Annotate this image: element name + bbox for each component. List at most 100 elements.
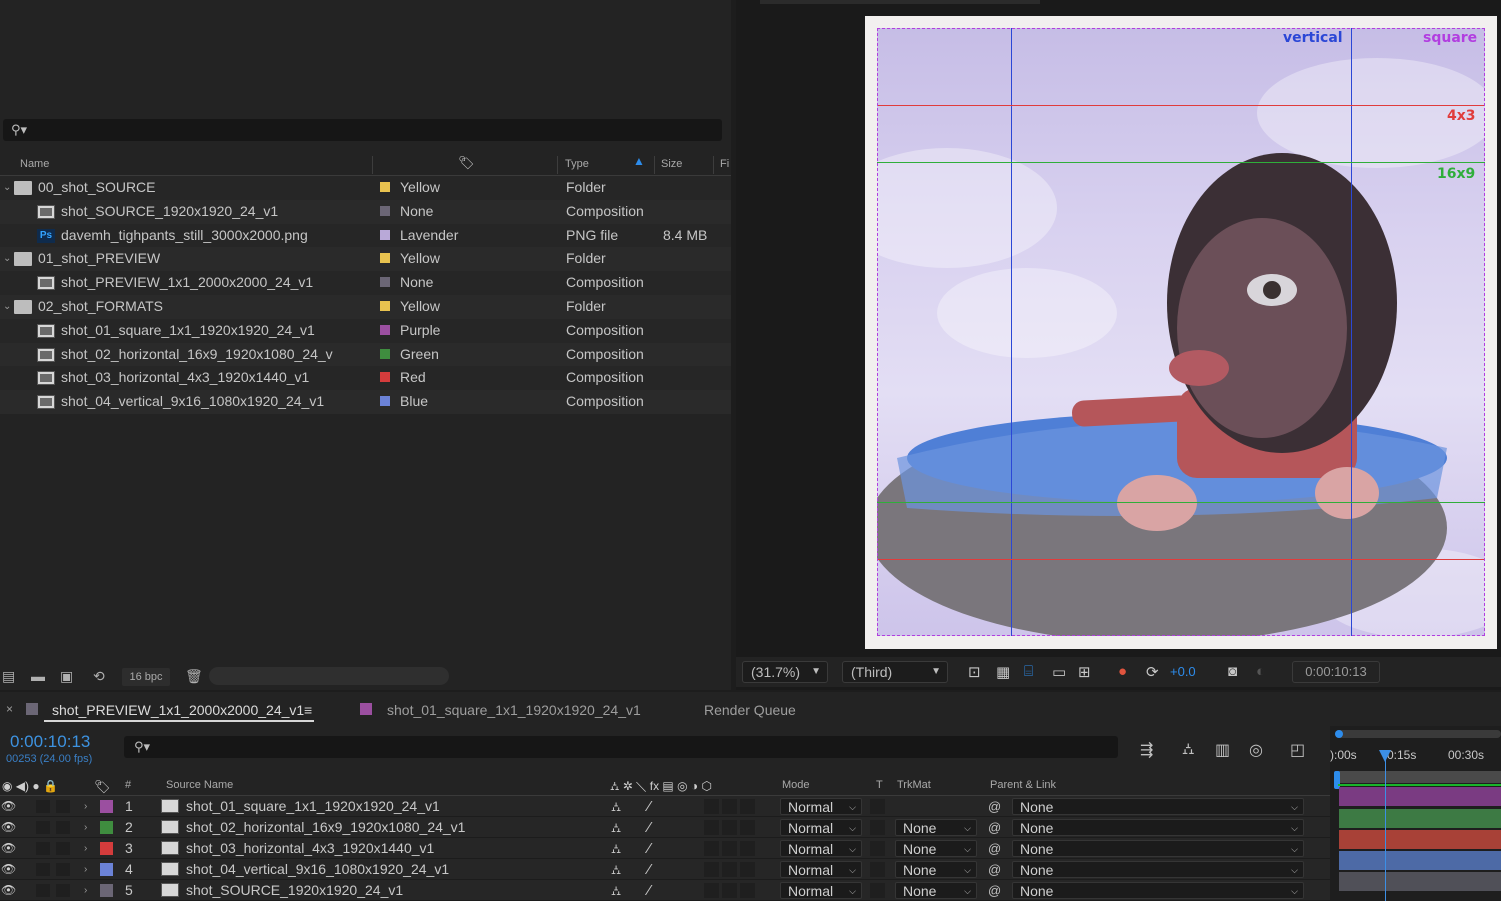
track-matte-dropdown[interactable]: None ⌵ (895, 882, 977, 899)
preserve-transparency-toggle[interactable] (870, 799, 885, 814)
parent-dropdown[interactable]: None ⌵ (1012, 840, 1304, 857)
chevron-right-icon[interactable]: › (84, 796, 87, 817)
chevron-right-icon[interactable]: › (84, 817, 87, 838)
quality-switch-icon[interactable]: ⁄ (648, 817, 651, 838)
blend-mode-dropdown[interactable]: Normal ⌵ (780, 882, 862, 899)
frame-blend-switch[interactable] (722, 820, 737, 835)
project-search-input[interactable]: ⚲▾ (3, 119, 722, 141)
column-source-name[interactable]: Source Name (166, 779, 233, 791)
lock-toggle[interactable] (56, 863, 70, 876)
fx-switch[interactable] (704, 841, 719, 856)
layer-duration-bar[interactable] (1339, 809, 1501, 828)
solo-toggle[interactable] (36, 842, 50, 855)
track-matte-dropdown[interactable]: None ⌵ (895, 819, 977, 836)
frame-blend-switch[interactable] (722, 841, 737, 856)
layer-label-swatch[interactable] (100, 821, 113, 834)
column-type[interactable]: Type (565, 158, 589, 170)
lock-toggle[interactable] (56, 884, 70, 897)
solo-toggle[interactable] (36, 800, 50, 813)
frame-blend-switch[interactable] (722, 862, 737, 877)
label-swatch[interactable] (380, 348, 390, 359)
mask-visibility-icon[interactable]: ⌸ (1024, 663, 1033, 680)
current-time-indicator[interactable] (1379, 750, 1391, 901)
layer-label-swatch[interactable] (100, 800, 113, 813)
track-matte-dropdown[interactable]: None ⌵ (895, 840, 977, 857)
quality-switch-icon[interactable]: ⁄ (648, 796, 651, 817)
snapshot-camera-icon[interactable]: ◙ (1228, 663, 1237, 680)
pickwhip-icon[interactable]: @ (988, 880, 1001, 901)
layer-row[interactable]: 👁 › 2 shot_02_horizontal_16x9_1920x1080_… (0, 817, 1330, 838)
fx-switch[interactable] (704, 883, 719, 898)
lock-toggle[interactable] (56, 821, 70, 834)
fx-switch[interactable] (704, 799, 719, 814)
solo-toggle[interactable] (36, 821, 50, 834)
layer-label-swatch[interactable] (100, 863, 113, 876)
graph-editor-icon[interactable]: ◰ (1290, 740, 1305, 760)
project-item[interactable]: Ps davemh_tighpants_still_3000x2000.png … (0, 223, 731, 248)
project-item[interactable]: shot_SOURCE_1920x1920_24_v1 None Composi… (0, 199, 731, 224)
label-swatch[interactable] (380, 277, 390, 288)
new-folder-icon[interactable]: ▬ (31, 668, 45, 684)
bit-depth-button[interactable]: 16 bpc (122, 668, 170, 686)
layer-row[interactable]: 👁 › 5 shot_SOURCE_1920x1920_24_v1 ⛼ ⁄ No… (0, 880, 1330, 901)
tab-menu-icon[interactable]: ≡ (304, 702, 312, 718)
label-swatch[interactable] (380, 324, 390, 335)
column-parent[interactable]: Parent & Link (990, 779, 1056, 791)
layer-row[interactable]: 👁 › 4 shot_04_vertical_9x16_1080x1920_24… (0, 859, 1330, 880)
motion-blur-switch[interactable] (740, 841, 755, 856)
project-scrollbar[interactable] (209, 667, 449, 685)
track-matte-dropdown[interactable]: None ⌵ (895, 861, 977, 878)
show-snapshot-icon[interactable]: ◐ (1256, 663, 1265, 680)
project-item[interactable]: shot_04_vertical_9x16_1080x1920_24_v1 Bl… (0, 390, 731, 414)
label-swatch[interactable] (380, 205, 390, 216)
motion-blur-switch[interactable] (740, 883, 755, 898)
label-tag-icon[interactable]: 🏷 (458, 155, 475, 171)
region-of-interest-icon[interactable]: ▭ (1052, 663, 1066, 681)
column-size[interactable]: Size (661, 158, 682, 170)
viewer-current-time[interactable]: 0:00:10:13 (1292, 661, 1380, 683)
resolution-dropdown[interactable]: (Third) ▼ (842, 661, 948, 683)
project-settings-icon[interactable]: ⟲ (93, 668, 105, 685)
tab-render-queue[interactable]: Render Queue (704, 702, 796, 718)
fx-switch[interactable] (704, 862, 719, 877)
shy-switch-icon[interactable]: ⛼ (611, 859, 621, 880)
label-swatch[interactable] (380, 182, 390, 192)
layer-source-name[interactable]: shot_02_horizontal_16x9_1920x1080_24_v1 (186, 817, 465, 838)
project-item[interactable]: shot_02_horizontal_16x9_1920x1080_24_v G… (0, 342, 731, 367)
blend-mode-dropdown[interactable]: Normal ⌵ (780, 861, 862, 878)
project-item[interactable]: ⌄ 02_shot_FORMATS Yellow Folder (0, 294, 731, 319)
fast-previews-icon[interactable]: ⊡ (968, 663, 981, 681)
layer-duration-bar[interactable] (1339, 851, 1501, 870)
parent-dropdown[interactable]: None ⌵ (1012, 861, 1304, 878)
parent-dropdown[interactable]: None ⌵ (1012, 882, 1304, 899)
pickwhip-icon[interactable]: @ (988, 796, 1001, 817)
chevron-right-icon[interactable]: › (84, 859, 87, 880)
label-tag-icon[interactable]: 🏷 (94, 779, 111, 795)
preserve-transparency-toggle[interactable] (870, 841, 885, 856)
tab-shot-01-square[interactable]: shot_01_square_1x1_1920x1920_24_v1 (387, 702, 641, 718)
time-graph[interactable]: ):00s 0:15s 00:30s (1330, 726, 1501, 901)
eye-icon[interactable]: 👁 (1, 838, 16, 859)
tab-shot-preview[interactable]: shot_PREVIEW_1x1_2000x2000_24_v1 (52, 702, 304, 718)
solo-toggle[interactable] (36, 863, 50, 876)
pickwhip-icon[interactable]: @ (988, 859, 1001, 880)
chevron-down-icon[interactable]: ⌄ (3, 247, 11, 271)
eye-icon[interactable]: 👁 (1, 796, 16, 817)
parent-dropdown[interactable]: None ⌵ (1012, 798, 1304, 815)
blend-mode-dropdown[interactable]: Normal ⌵ (780, 798, 862, 815)
column-frame-rate[interactable]: Fi (720, 158, 729, 170)
magnification-dropdown[interactable]: (31.7%) ▼ (742, 661, 828, 683)
project-item[interactable]: shot_03_horizontal_4x3_1920x1440_v1 Red … (0, 366, 731, 391)
label-swatch[interactable] (380, 300, 390, 311)
guides-grid-icon[interactable]: ⊞ (1078, 663, 1091, 681)
label-swatch[interactable] (380, 372, 390, 383)
project-item[interactable]: shot_PREVIEW_1x1_2000x2000_24_v1 None Co… (0, 271, 731, 295)
column-trkmat[interactable]: TrkMat (897, 779, 931, 791)
chevron-right-icon[interactable]: › (84, 838, 87, 859)
preserve-transparency-toggle[interactable] (870, 820, 885, 835)
layer-source-name[interactable]: shot_01_square_1x1_1920x1920_24_v1 (186, 796, 440, 817)
frame-blend-switch[interactable] (722, 799, 737, 814)
quality-switch-icon[interactable]: ⁄ (648, 880, 651, 901)
layer-duration-bar[interactable] (1339, 787, 1501, 806)
parent-dropdown[interactable]: None ⌵ (1012, 819, 1304, 836)
